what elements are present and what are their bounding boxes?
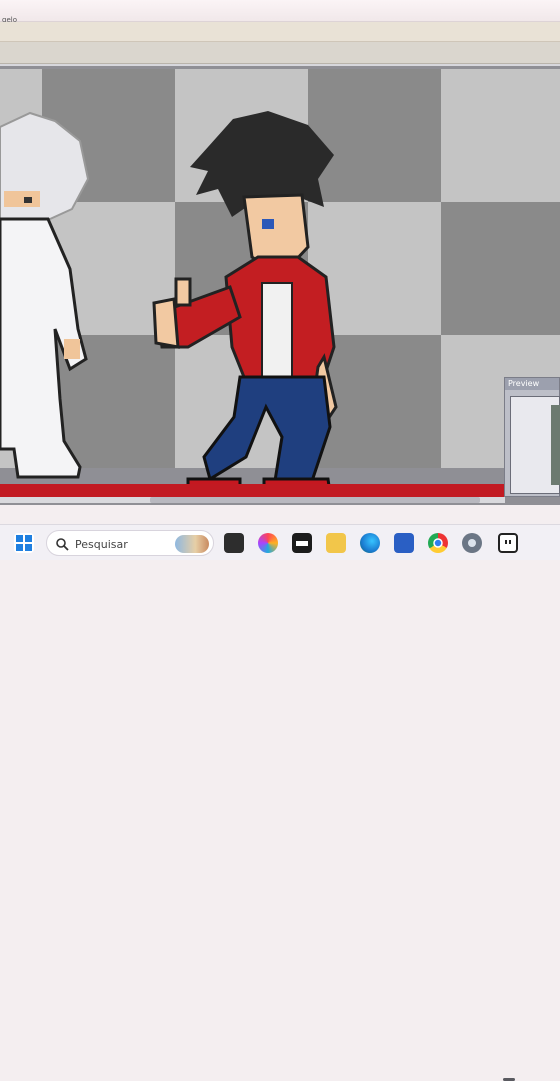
search-highlight-image: [175, 535, 209, 553]
pixel-app-icon[interactable]: [498, 533, 518, 553]
checker-tile: [441, 202, 560, 335]
taskbar: Pesquisar: [0, 524, 560, 1081]
search-box[interactable]: Pesquisar: [46, 530, 214, 556]
settings-icon[interactable]: [462, 533, 482, 553]
chrome-icon[interactable]: [428, 533, 448, 553]
sprite-canvas[interactable]: [0, 69, 560, 499]
search-icon: [56, 538, 69, 551]
edge-icon[interactable]: [360, 533, 380, 553]
preview-panel: Preview: [504, 377, 560, 497]
windows-start-icon[interactable]: [14, 533, 34, 553]
file-explorer-icon[interactable]: [326, 533, 346, 553]
preview-sprite: [551, 405, 560, 485]
preview-thumbnail: [510, 396, 560, 494]
menu-bar: [0, 22, 560, 42]
store-icon[interactable]: [394, 533, 414, 553]
title-bar: gelo: [0, 0, 560, 24]
preview-title: Preview: [505, 378, 559, 390]
scrollbar-thumb[interactable]: [150, 497, 480, 503]
white-character-sprite: [0, 111, 90, 479]
copilot-icon[interactable]: [258, 533, 278, 553]
search-placeholder: Pesquisar: [75, 538, 128, 551]
task-view-icon[interactable]: [224, 533, 244, 553]
main-character-sprite: [152, 111, 338, 497]
editor-window: [0, 64, 560, 505]
media-icon[interactable]: [292, 533, 312, 553]
tool-strip: [0, 42, 560, 64]
checker-tile: [441, 69, 560, 202]
